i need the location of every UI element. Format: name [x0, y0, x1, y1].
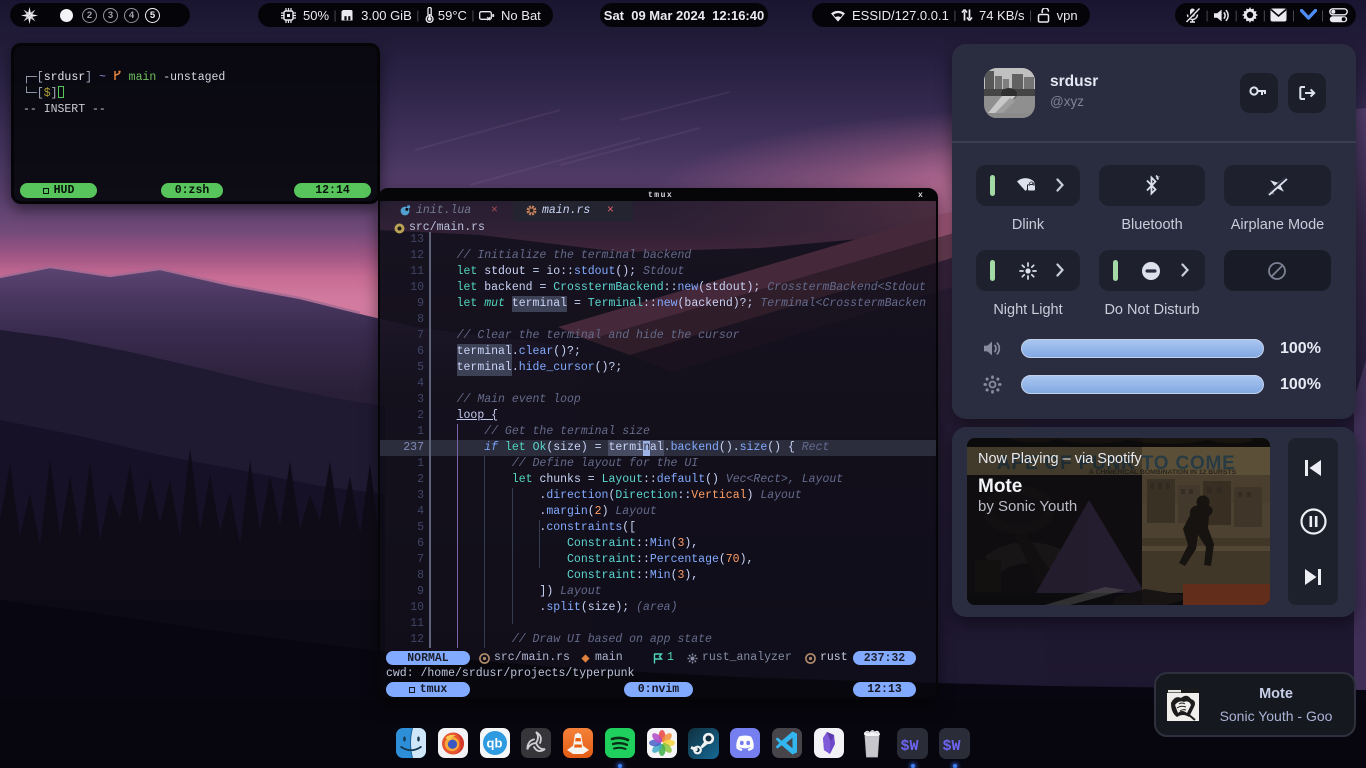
svg-text:$W: $W	[943, 738, 961, 755]
svg-text:qb: qb	[487, 736, 503, 751]
svg-text:$W: $W	[901, 738, 919, 755]
